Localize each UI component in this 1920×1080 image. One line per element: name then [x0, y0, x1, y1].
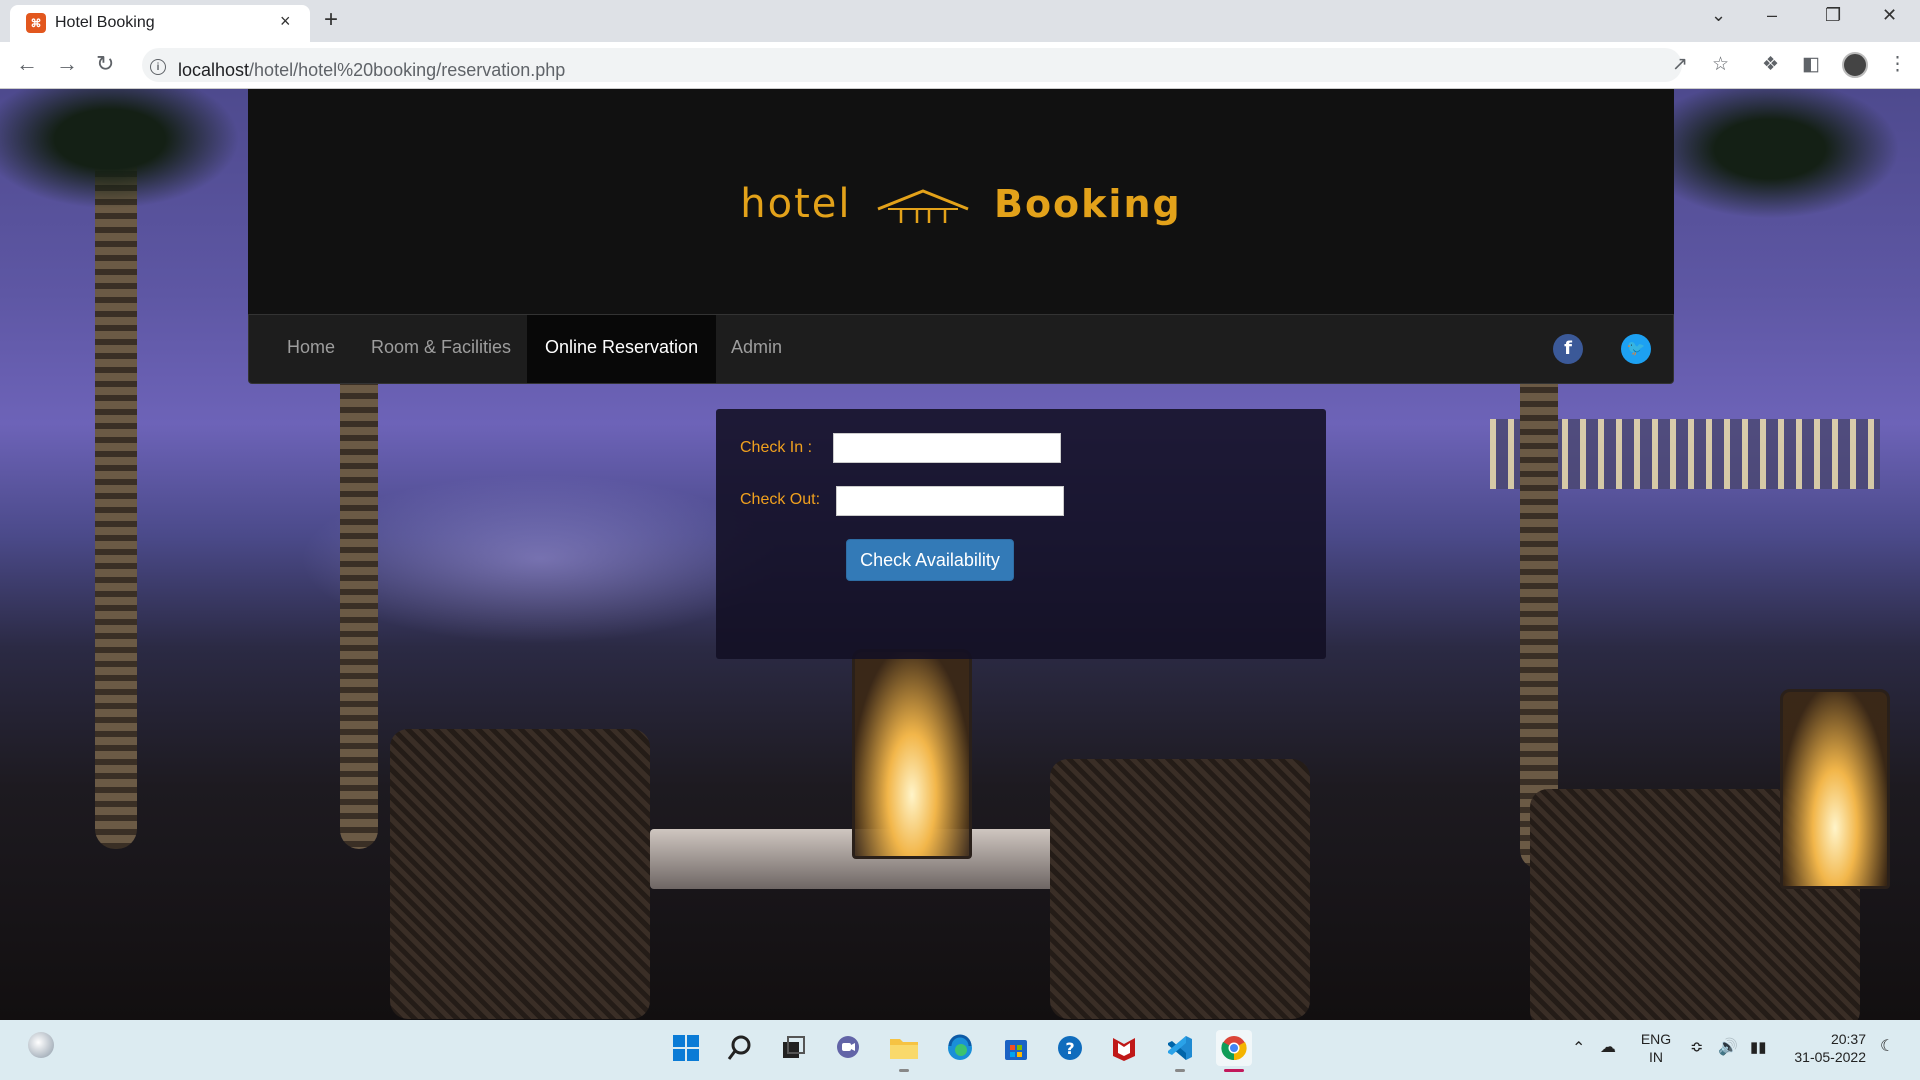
- minimize-button[interactable]: –: [1767, 5, 1777, 26]
- site-header: hotel Booking: [248, 89, 1674, 314]
- forward-icon[interactable]: →: [56, 51, 78, 77]
- region-code: IN: [1649, 1049, 1663, 1065]
- chrome-icon[interactable]: [1216, 1030, 1252, 1072]
- volume-icon[interactable]: 🔊: [1718, 1037, 1738, 1057]
- menu-kebab-icon[interactable]: ⋮: [1888, 53, 1907, 76]
- browser-toolbar: ← → ↻ i localhost/hotel/hotel%20booking/…: [0, 42, 1920, 89]
- language-indicator[interactable]: ENG IN: [1638, 1030, 1674, 1066]
- nav-home[interactable]: Home: [269, 315, 353, 383]
- language-code: ENG: [1640, 1031, 1672, 1047]
- xampp-favicon-icon: ⌘: [26, 13, 46, 33]
- tab-close-icon[interactable]: ×: [280, 11, 291, 32]
- reload-icon[interactable]: ↻: [96, 51, 114, 77]
- logo-word-booking: Booking: [993, 182, 1182, 226]
- tab-title: Hotel Booking: [55, 14, 155, 31]
- close-window-button[interactable]: ✕: [1882, 5, 1897, 26]
- new-tab-button[interactable]: +: [324, 6, 338, 34]
- browser-tab[interactable]: ⌘ Hotel Booking ×: [10, 5, 310, 42]
- nav-room-facilities[interactable]: Room & Facilities: [353, 315, 529, 383]
- check-in-label: Check In :: [740, 439, 813, 456]
- get-help-icon[interactable]: ?: [1052, 1030, 1088, 1066]
- edge-browser-icon[interactable]: [942, 1030, 978, 1066]
- lantern-image: [1780, 689, 1890, 889]
- check-in-input[interactable]: [833, 433, 1061, 463]
- start-menu-icon[interactable]: [668, 1030, 704, 1066]
- side-panel-icon[interactable]: ◧: [1802, 53, 1820, 76]
- page-viewport: hotel Booking Home Room & Facilities Onl…: [0, 89, 1920, 1020]
- nav-admin[interactable]: Admin: [713, 315, 800, 383]
- weather-widget-icon[interactable]: [28, 1032, 54, 1058]
- svg-text:?: ?: [1065, 1039, 1074, 1058]
- hotel-roof-logo-icon: [877, 188, 969, 223]
- teams-chat-icon[interactable]: [830, 1030, 866, 1066]
- lantern-image: [852, 649, 972, 859]
- vscode-icon[interactable]: [1162, 1030, 1198, 1072]
- logo-word-hotel: hotel: [740, 181, 852, 227]
- share-icon[interactable]: ↗: [1672, 53, 1688, 76]
- microsoft-store-icon[interactable]: [998, 1030, 1034, 1066]
- palm-tree-image: [340, 329, 378, 849]
- show-hidden-icons-chevron-icon[interactable]: ⌃: [1572, 1038, 1585, 1058]
- url-path: /hotel/hotel%20booking/reservation.php: [249, 60, 566, 80]
- restore-button[interactable]: ❐: [1825, 5, 1841, 26]
- main-navbar: Home Room & Facilities Online Reservatio…: [248, 314, 1674, 384]
- clock-time: 20:37: [1830, 1031, 1866, 1047]
- palm-leaves-image: [1640, 89, 1900, 219]
- check-availability-button[interactable]: Check Availability: [846, 539, 1014, 581]
- wicker-chair-image: [1050, 759, 1310, 1019]
- url-host: localhost: [178, 60, 250, 80]
- palm-tree-image: [95, 149, 137, 849]
- wicker-chair-image: [390, 729, 650, 1019]
- extensions-icon[interactable]: ❖: [1762, 53, 1779, 76]
- check-out-input[interactable]: [836, 486, 1064, 516]
- address-bar[interactable]: i localhost/hotel/hotel%20booking/reserv…: [142, 48, 1682, 82]
- clock-date: 31-05-2022: [1794, 1049, 1866, 1065]
- tab-search-icon[interactable]: ⌄: [1711, 5, 1726, 26]
- reservation-form: Check In : Check Out: Check Availability: [716, 409, 1326, 659]
- notification-moon-icon[interactable]: ☾: [1880, 1036, 1894, 1056]
- url-text: localhost/hotel/hotel%20booking/reservat…: [178, 60, 565, 81]
- profile-avatar[interactable]: [1842, 52, 1868, 78]
- back-icon[interactable]: ←: [16, 51, 38, 77]
- site-info-icon[interactable]: i: [150, 59, 166, 75]
- hotel-booking-logo[interactable]: hotel Booking: [248, 181, 1674, 227]
- wifi-icon[interactable]: ≎: [1690, 1037, 1703, 1057]
- battery-icon[interactable]: ▮▮: [1750, 1038, 1767, 1056]
- onedrive-icon[interactable]: ☁: [1600, 1037, 1616, 1057]
- nav-online-reservation[interactable]: Online Reservation: [527, 315, 717, 383]
- clock[interactable]: 20:37 31-05-2022: [1782, 1030, 1866, 1066]
- search-icon[interactable]: [722, 1030, 758, 1066]
- file-explorer-icon[interactable]: [886, 1030, 922, 1072]
- palm-tree-image: [1520, 309, 1558, 869]
- windows-taskbar: ? ⌃ ☁ ENG IN ≎ 🔊 ▮▮ 20:37 31-05-2022 ☾: [0, 1020, 1920, 1080]
- bookmark-star-icon[interactable]: ☆: [1712, 53, 1729, 76]
- check-out-label: Check Out:: [740, 491, 821, 508]
- twitter-icon[interactable]: 🐦: [1621, 334, 1651, 364]
- mcafee-icon[interactable]: [1106, 1030, 1142, 1066]
- palm-leaves-image: [0, 89, 240, 209]
- browser-tab-strip: ⌘ Hotel Booking × + ⌄ – ❐ ✕: [0, 0, 1920, 42]
- task-view-icon[interactable]: [776, 1030, 812, 1066]
- facebook-icon[interactable]: f: [1553, 334, 1583, 364]
